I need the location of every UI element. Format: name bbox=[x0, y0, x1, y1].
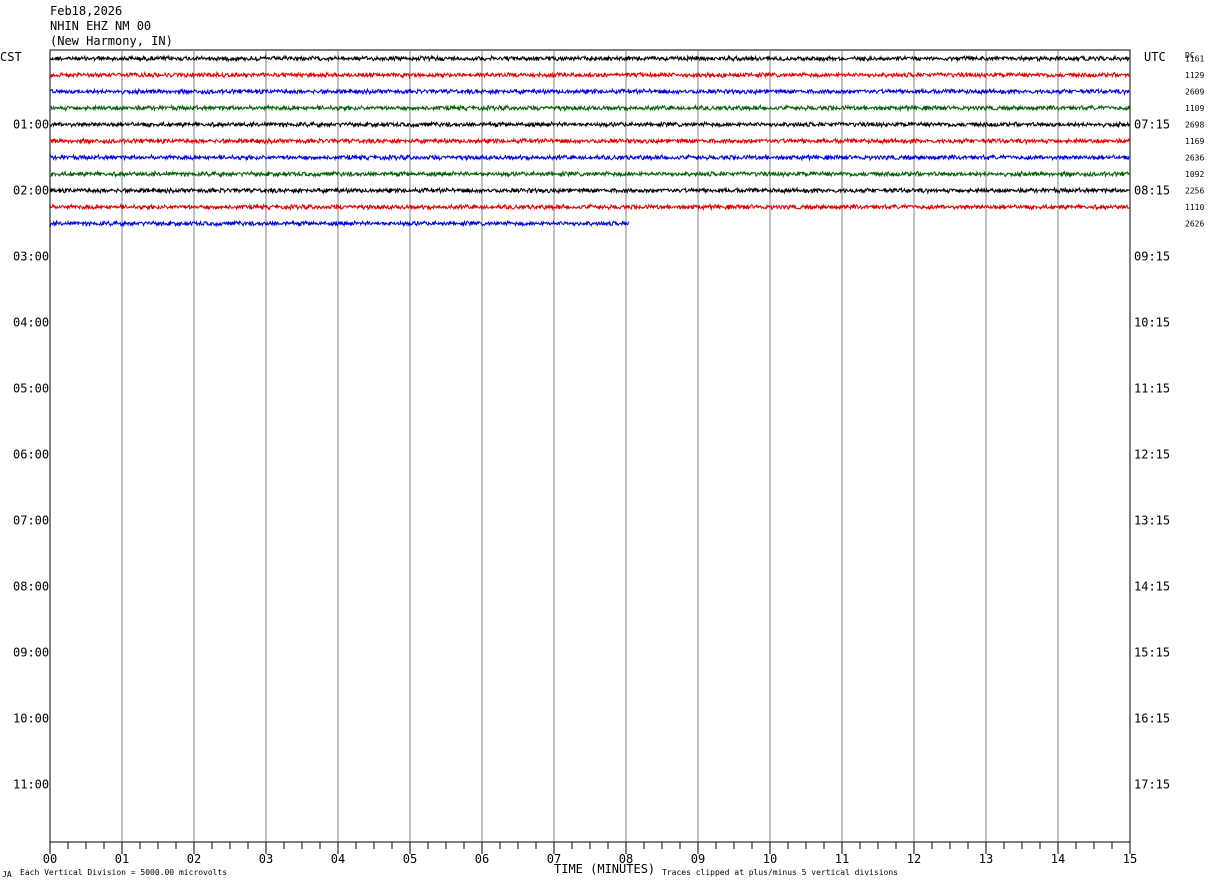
dc-label-row-7: 1092 bbox=[1185, 170, 1204, 179]
trace-row-1 bbox=[50, 70, 1130, 80]
dc-offset-labels: 1161 1129 2609 1109 2698 1169 2636 1092 2256 1110… bbox=[1185, 55, 1204, 229]
trace-row-3 bbox=[49, 103, 1130, 113]
scale-note: Each Vertical Division = 5000.00 microvo… bbox=[20, 868, 227, 877]
helicorder-chart: Feb18,2026 NHIN EHZ NM 00 (New Harmony, … bbox=[0, 4, 1204, 879]
x-tick-label: 11 bbox=[835, 852, 849, 866]
trace-row-5 bbox=[49, 136, 1130, 146]
dc-label-row-5: 1169 bbox=[1185, 137, 1204, 146]
left-hour-label: 02:00 bbox=[13, 184, 49, 198]
dc-label-row-4: 2698 bbox=[1185, 121, 1204, 130]
left-hour-label: 01:00 bbox=[13, 118, 49, 132]
left-hour-label: 05:00 bbox=[13, 382, 49, 396]
left-timezone-label: CST bbox=[0, 50, 22, 64]
dc-label-row-3: 1109 bbox=[1185, 104, 1204, 113]
trace-row-4 bbox=[49, 120, 1130, 129]
trace-row-6 bbox=[49, 153, 1130, 162]
right-hour-label: 13:15 bbox=[1134, 514, 1170, 528]
right-hour-label: 15:15 bbox=[1134, 646, 1170, 660]
x-tick-label: 12 bbox=[907, 852, 921, 866]
dc-label-row-9: 1110 bbox=[1185, 203, 1204, 212]
right-timezone-label: UTC bbox=[1144, 50, 1166, 64]
left-hour-label: 11:00 bbox=[13, 778, 49, 792]
right-hour-label: 17:15 bbox=[1134, 778, 1170, 792]
chart-date: Feb18,2026 bbox=[50, 4, 122, 18]
left-hour-label: 04:00 bbox=[13, 316, 49, 330]
x-tick-label: 15 bbox=[1123, 852, 1137, 866]
trace-row-9 bbox=[49, 202, 1130, 212]
hour-labels: 01:00 07:15 02:00 08:15 03:00 09:15 04:00 10:15… bbox=[13, 118, 1170, 792]
x-tick-label: 10 bbox=[763, 852, 777, 866]
x-tick-label: 03 bbox=[259, 852, 273, 866]
right-hour-label: 11:15 bbox=[1134, 382, 1170, 396]
trace-row-2 bbox=[49, 87, 1130, 96]
trace-row-0 bbox=[49, 54, 1130, 63]
left-hour-label: 09:00 bbox=[13, 646, 49, 660]
minute-gridlines bbox=[121, 50, 1059, 842]
station-code: NHIN EHZ NM 00 bbox=[50, 19, 151, 33]
left-hour-label: 08:00 bbox=[13, 580, 49, 594]
trace-row-10 bbox=[49, 219, 629, 228]
x-tick-label: 13 bbox=[979, 852, 993, 866]
left-hour-label: 10:00 bbox=[13, 712, 49, 726]
x-axis-title: TIME (MINUTES) bbox=[554, 862, 655, 876]
x-tick-label: 05 bbox=[403, 852, 417, 866]
seismic-traces bbox=[49, 54, 1130, 228]
trace-row-8 bbox=[49, 186, 1130, 195]
left-hour-label: 07:00 bbox=[13, 514, 49, 528]
dc-label-row-10: 2626 bbox=[1185, 220, 1204, 229]
right-hour-label: 16:15 bbox=[1134, 712, 1170, 726]
x-tick-label: 06 bbox=[475, 852, 489, 866]
right-hour-label: 12:15 bbox=[1134, 448, 1170, 462]
dc-label-row-2: 2609 bbox=[1185, 88, 1204, 97]
dc-label-row-8: 2256 bbox=[1185, 187, 1204, 196]
station-location: (New Harmony, IN) bbox=[50, 34, 173, 48]
dc-label-row-1: 1129 bbox=[1185, 71, 1204, 80]
right-hour-label: 09:15 bbox=[1134, 250, 1170, 264]
left-hour-label: 03:00 bbox=[13, 250, 49, 264]
right-hour-label: 07:15 bbox=[1134, 118, 1170, 132]
x-tick-label: 14 bbox=[1051, 852, 1065, 866]
trace-row-7 bbox=[49, 169, 1130, 179]
clip-note: Traces clipped at plus/minus 5 vertical … bbox=[662, 868, 898, 877]
right-hour-label: 14:15 bbox=[1134, 580, 1170, 594]
plot-frame bbox=[49, 49, 1131, 843]
dc-label-row-6: 2636 bbox=[1185, 154, 1204, 163]
right-hour-label: 08:15 bbox=[1134, 184, 1170, 198]
x-tick-label: 00 bbox=[43, 852, 57, 866]
right-hour-label: 10:15 bbox=[1134, 316, 1170, 330]
x-tick-label: 02 bbox=[187, 852, 201, 866]
x-tick-label: 01 bbox=[115, 852, 129, 866]
x-tick-label: 04 bbox=[331, 852, 345, 866]
left-hour-label: 06:00 bbox=[13, 448, 49, 462]
x-tick-label: 09 bbox=[691, 852, 705, 866]
corner-mark: JA bbox=[2, 870, 12, 879]
dc-label-row-0: 1161 bbox=[1185, 55, 1204, 64]
